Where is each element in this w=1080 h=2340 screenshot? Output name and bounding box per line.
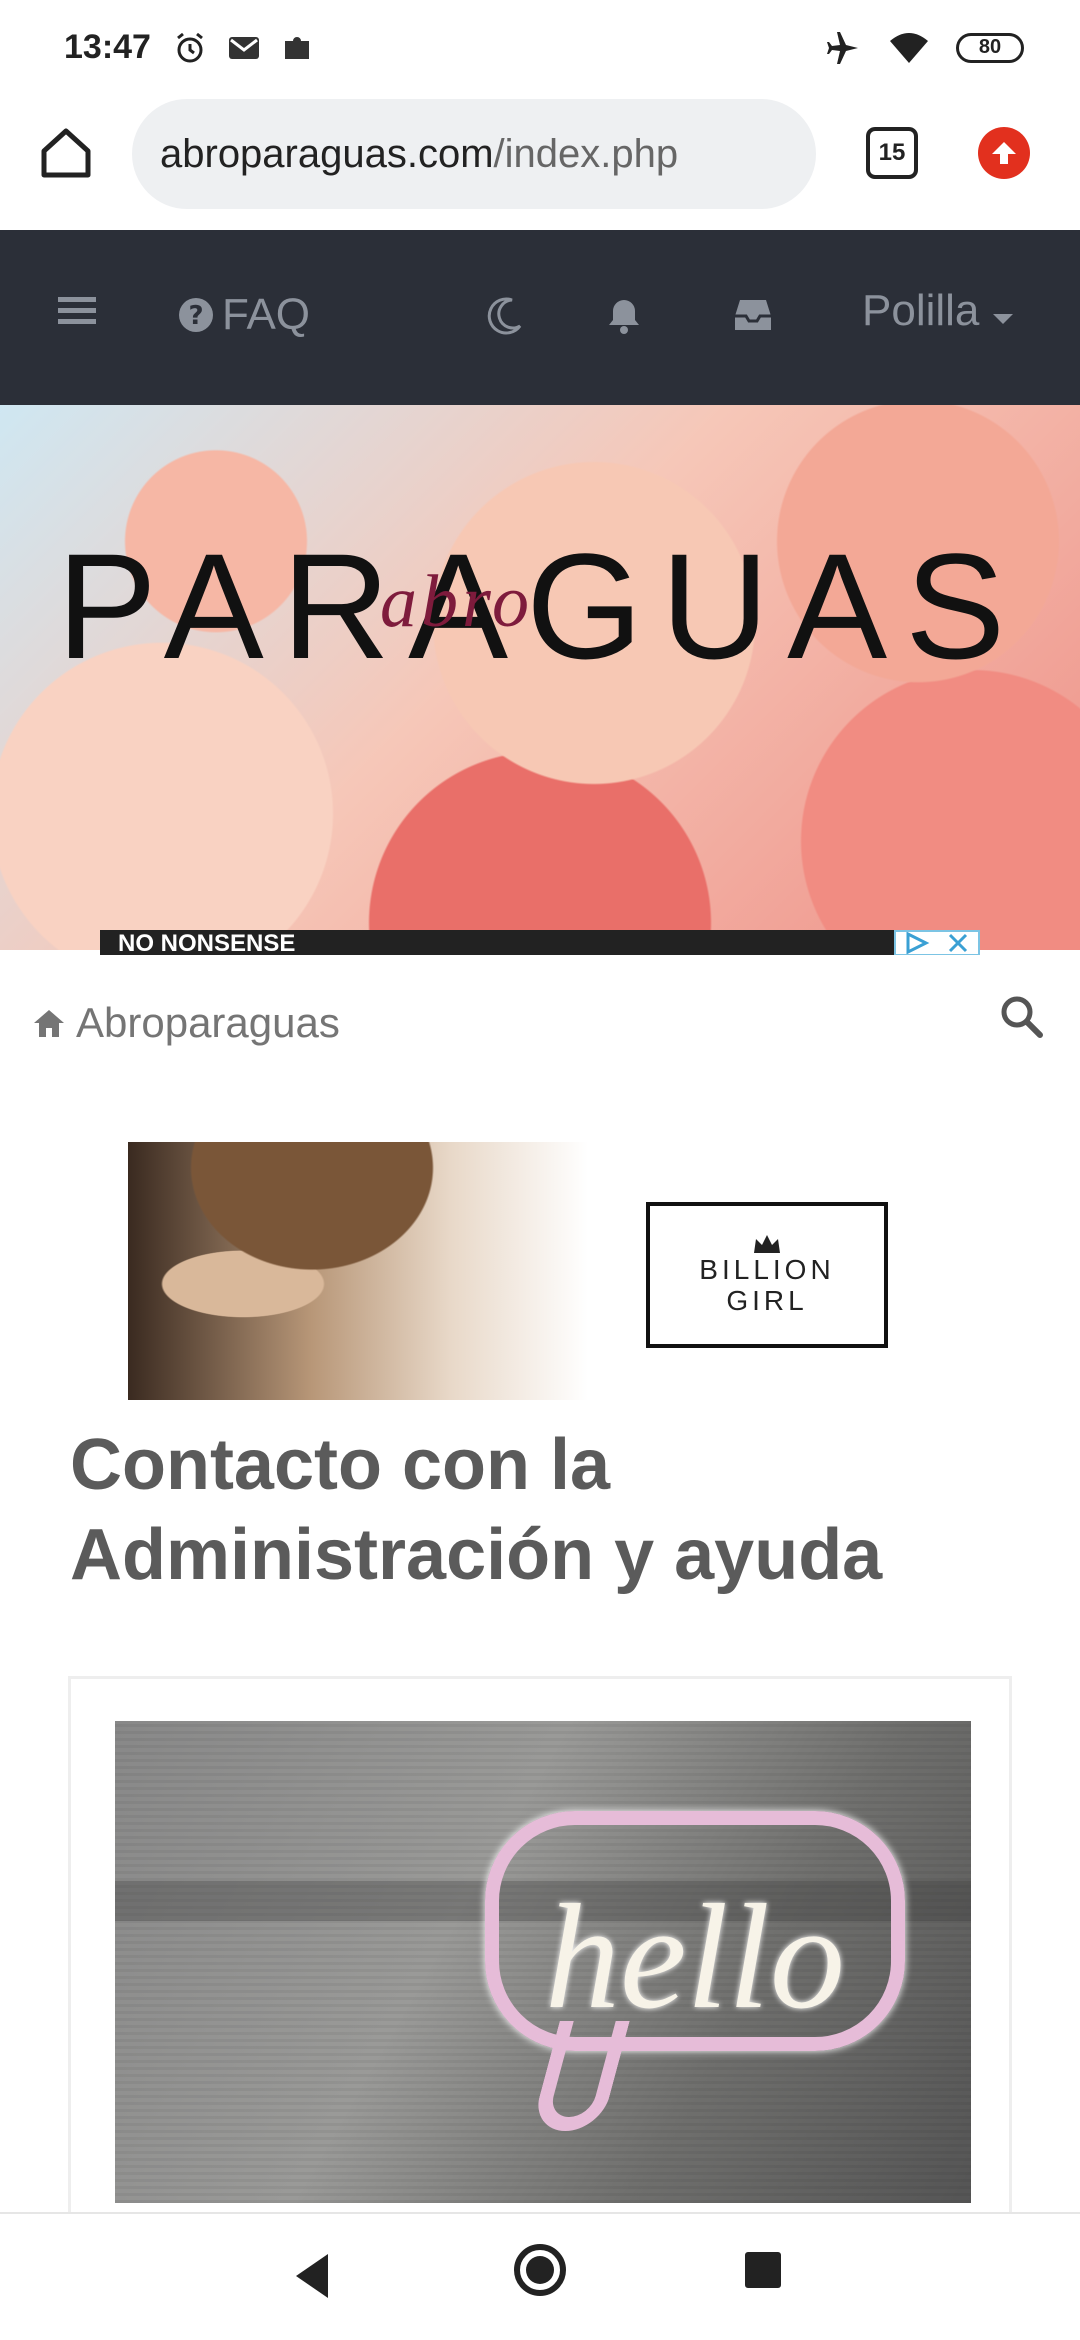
site-header-banner[interactable]: PARAGUAS abro [0, 405, 1080, 950]
user-name: Polilla [862, 286, 980, 335]
menu-button[interactable] [58, 294, 96, 326]
hamburger-icon [58, 297, 96, 324]
ad-brand-line2: GIRL [726, 1285, 808, 1316]
search-icon[interactable] [998, 993, 1044, 1039]
browser-toolbar: abroparaguas.com/index.php 15 [0, 95, 1080, 230]
ad-choices[interactable] [894, 930, 980, 956]
moon-icon [487, 297, 522, 335]
ad-strip-text: NO NONSENSE [118, 930, 296, 957]
battery-icon: 80 [956, 32, 1024, 63]
status-time: 13:47 [64, 28, 151, 66]
home-icon[interactable] [36, 123, 96, 183]
caret-down-icon [993, 314, 1014, 324]
tab-switcher-button[interactable]: 15 [866, 127, 918, 179]
url-domain: abroparaguas.com [160, 131, 494, 176]
battery-level: 80 [978, 36, 1002, 58]
wifi-icon [890, 32, 928, 63]
notifications-button[interactable] [604, 296, 644, 336]
status-bar: 13:47 80 [0, 0, 1080, 95]
crown-icon [754, 1235, 780, 1254]
bell-icon [609, 300, 639, 334]
question-circle-icon: ? [179, 298, 213, 332]
faq-label: FAQ [222, 290, 311, 339]
ad-brand-logo: BILLION GIRL [646, 1202, 888, 1348]
alarm-icon [177, 32, 203, 62]
ad-brand-line1: BILLION [699, 1254, 835, 1286]
update-button[interactable] [978, 127, 1030, 179]
url-path: /index.php [493, 131, 679, 176]
tab-count: 15 [878, 139, 906, 166]
neon-text: hello [545, 1874, 845, 2040]
advertisement[interactable]: BILLION GIRL [128, 1142, 946, 1400]
arrow-up-icon [992, 142, 1016, 164]
home-dot [526, 2256, 554, 2284]
system-navigation-bar [0, 2212, 1080, 2340]
theme-toggle-button[interactable] [486, 296, 524, 336]
status-icons-right: 80 [822, 28, 1024, 68]
puzzle-icon [284, 36, 309, 59]
ad-strip[interactable]: NO NONSENSE [100, 930, 980, 957]
svg-text:?: ? [188, 301, 203, 331]
close-icon[interactable] [938, 932, 978, 954]
site-navbar: ? FAQ Polilla [0, 230, 1080, 405]
gmail-icon [228, 36, 259, 59]
faq-link[interactable]: ? FAQ [178, 290, 310, 340]
user-menu[interactable]: Polilla [862, 286, 1015, 336]
article-image: hello [115, 1721, 971, 2203]
site-logo-title: PARAGUAS [56, 522, 1024, 690]
article-card[interactable]: hello [68, 1676, 1012, 2276]
site-logo-script: abro [380, 561, 534, 643]
inbox-icon [735, 300, 771, 330]
status-icons-left [173, 31, 315, 65]
page-title: Contacto con la Administración y ayuda [70, 1425, 883, 1595]
home-icon[interactable] [32, 1007, 66, 1039]
back-icon[interactable] [296, 2254, 328, 2298]
airplane-icon [827, 31, 858, 64]
recents-icon[interactable] [745, 2252, 781, 2288]
ad-photo [128, 1142, 588, 1400]
home-circle-icon[interactable] [514, 2244, 566, 2296]
ad-choices-icon[interactable] [896, 932, 938, 954]
breadcrumb: Abroparaguas [0, 955, 1080, 1090]
url-bar[interactable]: abroparaguas.com/index.php [132, 99, 816, 209]
inbox-button[interactable] [734, 298, 772, 332]
breadcrumb-home-link[interactable]: Abroparaguas [76, 999, 340, 1047]
